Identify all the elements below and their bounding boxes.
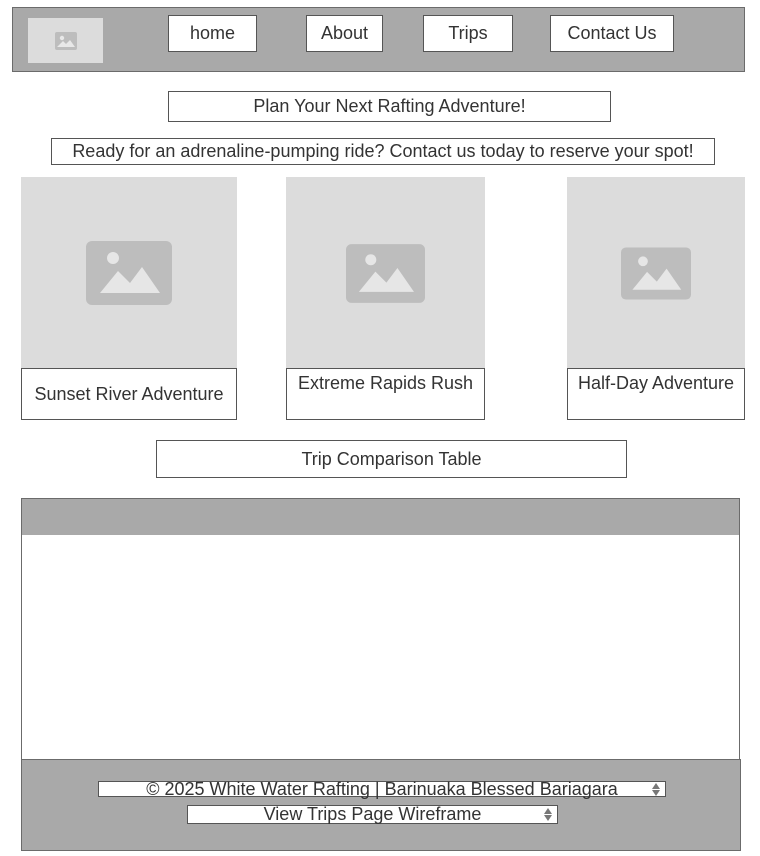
- nav-trips-button[interactable]: Trips: [423, 15, 513, 52]
- updown-arrow-icon: [543, 806, 553, 823]
- page-subtitle: Ready for an adrenaline-pumping ride? Co…: [51, 138, 715, 165]
- nav-contact-button[interactable]: Contact Us: [550, 15, 674, 52]
- site-logo[interactable]: [28, 18, 103, 63]
- nav-label: Contact Us: [567, 23, 657, 43]
- nav-about-button[interactable]: About: [306, 15, 383, 52]
- trip-card-title-text: Sunset River Adventure: [34, 383, 224, 404]
- page-title: Plan Your Next Rafting Adventure!: [168, 91, 611, 122]
- updown-arrow-icon: [651, 782, 661, 796]
- nav-home-button[interactable]: home: [168, 15, 257, 52]
- view-trips-text: View Trips Page Wireframe: [263, 804, 482, 824]
- image-placeholder-icon: [86, 241, 172, 305]
- table-title-text: Trip Comparison Table: [301, 448, 482, 469]
- image-placeholder-icon: [621, 246, 691, 300]
- nav-label: home: [189, 23, 236, 43]
- image-placeholder-icon: [346, 243, 425, 303]
- page-title-text: Plan Your Next Rafting Adventure!: [253, 96, 526, 116]
- table-header: [21, 498, 740, 536]
- trip-card-image: [21, 177, 237, 369]
- nav-label: About: [320, 23, 369, 43]
- table-title: Trip Comparison Table: [156, 440, 627, 478]
- page-subtitle-text: Ready for an adrenaline-pumping ride? Co…: [72, 141, 694, 161]
- table-body: [21, 535, 740, 760]
- image-placeholder-icon: [54, 31, 77, 50]
- copyright-text: © 2025 White Water Rafting | Barinuaka B…: [146, 778, 618, 799]
- trip-card-image: [567, 177, 745, 369]
- copyright-select[interactable]: © 2025 White Water Rafting | Barinuaka B…: [98, 778, 666, 799]
- trip-card-image: [286, 177, 485, 369]
- trip-card-title: Extreme Rapids Rush: [286, 368, 485, 420]
- view-trips-select[interactable]: View Trips Page Wireframe: [187, 804, 558, 824]
- trip-card-title-text: Extreme Rapids Rush: [297, 373, 474, 393]
- trip-card-title: Sunset River Adventure: [21, 368, 237, 420]
- nav-label: Trips: [448, 23, 488, 43]
- trip-card-title-text: Half-Day Adventure: [577, 373, 735, 393]
- trip-card-title: Half-Day Adventure: [567, 368, 745, 420]
